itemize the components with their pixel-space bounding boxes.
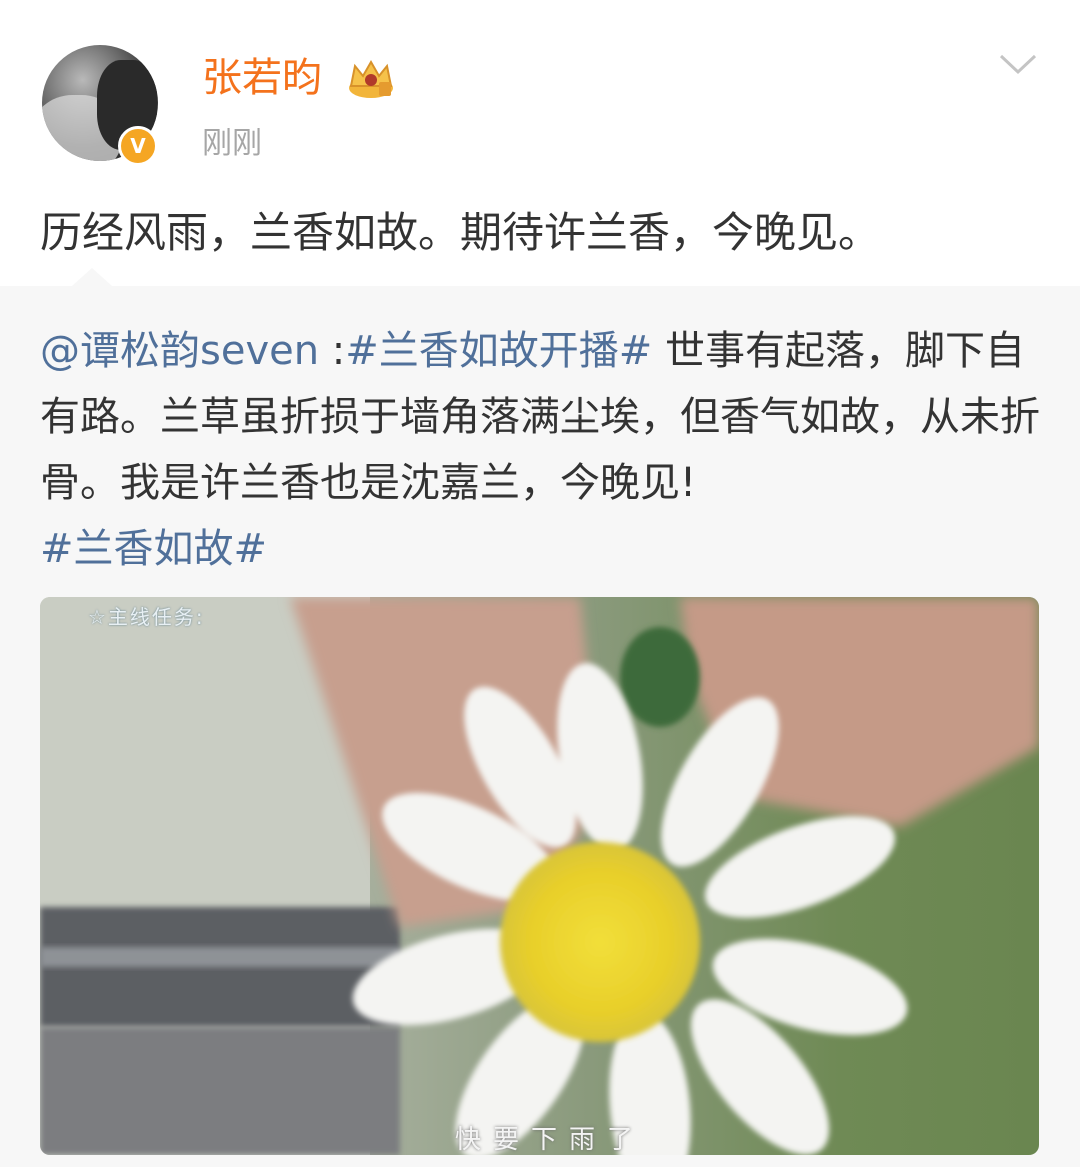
media-image[interactable]: ☆主线任务: 快要下雨了 [40,597,1039,1155]
verified-badge-icon: V [118,126,158,166]
repost-text: @谭松韵seven :#兰香如故开播# 世事有起落，脚下自有路。兰草虽折损于墙角… [40,318,1040,582]
video-subtitle: 快要下雨了 [455,1125,646,1155]
repost-pointer [72,268,112,286]
post-text: 历经风雨，兰香如故。期待许兰香，今晚见。 [40,208,881,257]
mention-link[interactable]: @谭松韵seven [40,328,319,374]
hashtag-link[interactable]: #兰香如故开播# [345,328,652,374]
chevron-down-icon[interactable] [998,50,1038,80]
video-caption-top: ☆主线任务: [88,605,205,629]
flower-illustration [40,597,1039,1155]
repost-separator: : [319,328,346,374]
post-timestamp: 刚刚 [202,126,262,161]
post-header: V 张若昀 刚刚 [0,0,1080,180]
username[interactable]: 张若昀 [202,52,322,104]
hashtag-link-2[interactable]: #兰香如故# [40,526,267,572]
crown-icon [349,59,393,98]
